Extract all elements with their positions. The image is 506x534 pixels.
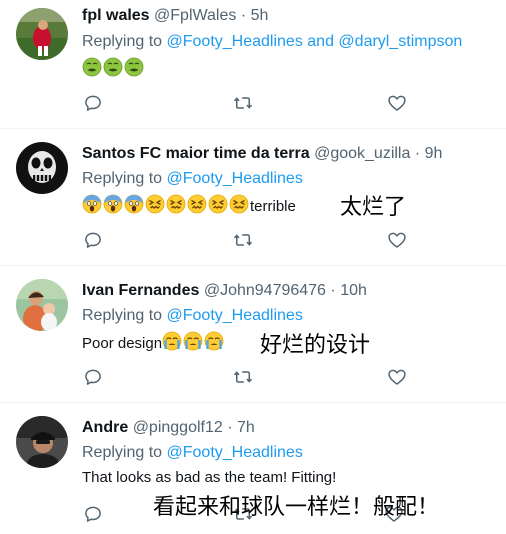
reply-icon bbox=[85, 232, 101, 248]
screaming-face-icon bbox=[103, 194, 123, 214]
retweet-icon bbox=[233, 234, 253, 246]
mention-link[interactable]: @daryl_stimpson bbox=[338, 33, 462, 50]
mention-link[interactable]: @Footy_Headlines bbox=[167, 444, 303, 461]
tweet[interactable]: Andre @pinggolf12 · 7h Replying to @Foot… bbox=[0, 403, 506, 534]
replying-to-label: Replying to bbox=[82, 170, 163, 187]
tweet-body bbox=[82, 57, 145, 78]
avatar-image bbox=[16, 8, 68, 60]
mention-link[interactable]: @Footy_Headlines bbox=[167, 170, 303, 187]
user-handle[interactable]: @pinggolf12 bbox=[133, 419, 223, 436]
nauseated-face-icon bbox=[82, 57, 102, 77]
retweet-button[interactable] bbox=[233, 230, 253, 250]
separator-dot: · bbox=[414, 145, 421, 162]
separator-dot: · bbox=[240, 7, 247, 24]
separator-dot: · bbox=[330, 282, 336, 299]
avatar-image bbox=[16, 416, 68, 468]
tweet-header: Andre @pinggolf12 · 7h bbox=[82, 419, 255, 437]
avatar[interactable] bbox=[16, 8, 68, 60]
reply-button[interactable] bbox=[83, 504, 103, 524]
reply-icon bbox=[85, 506, 101, 522]
nauseated-face-icon bbox=[103, 57, 123, 77]
tweet[interactable]: Santos FC maior time da terra @gook_uzil… bbox=[0, 129, 506, 265]
tweet-body: terrible bbox=[82, 194, 296, 215]
retweet-icon bbox=[233, 371, 253, 383]
tweet-body: Poor design bbox=[82, 331, 225, 352]
mention-connector: and bbox=[307, 33, 334, 50]
tweet[interactable]: Ivan Fernandes @John94796476 · 10h Reply… bbox=[0, 266, 506, 402]
tweet-header: Santos FC maior time da terra @gook_uzil… bbox=[82, 145, 442, 163]
tweet-body: That looks as bad as the team! Fitting! bbox=[82, 469, 336, 486]
separator-dot: · bbox=[227, 419, 233, 436]
confounded-face-icon bbox=[145, 194, 165, 214]
avatar[interactable] bbox=[16, 416, 68, 468]
tweet[interactable]: fpl wales @FplWales · 5h Replying to @Fo… bbox=[0, 0, 506, 128]
reply-button[interactable] bbox=[83, 367, 103, 387]
tweet-text: Poor design bbox=[82, 335, 163, 352]
crying-face-icon bbox=[204, 331, 224, 351]
timestamp[interactable]: 7h bbox=[237, 419, 255, 436]
replying-to: Replying to @Footy_Headlines and @daryl_… bbox=[82, 33, 462, 51]
reply-icon bbox=[85, 95, 101, 111]
user-handle[interactable]: @FplWales bbox=[154, 7, 236, 24]
like-icon bbox=[388, 369, 406, 385]
screaming-face-icon bbox=[82, 194, 102, 214]
retweet-button[interactable] bbox=[233, 93, 253, 113]
overlay-caption: 好烂的设计 bbox=[260, 333, 371, 358]
avatar[interactable] bbox=[16, 142, 68, 194]
display-name[interactable]: Santos FC maior time da terra bbox=[82, 145, 310, 162]
replying-to: Replying to @Footy_Headlines bbox=[82, 307, 303, 325]
retweet-button[interactable] bbox=[233, 367, 253, 387]
timestamp[interactable]: 9h bbox=[425, 145, 443, 162]
tweet-header: fpl wales @FplWales · 5h bbox=[82, 7, 268, 25]
avatar-image bbox=[16, 279, 68, 331]
crying-face-icon bbox=[183, 331, 203, 351]
timestamp[interactable]: 10h bbox=[340, 282, 367, 299]
confounded-face-icon bbox=[187, 194, 207, 214]
replying-to-label: Replying to bbox=[82, 33, 163, 50]
reply-icon bbox=[85, 369, 101, 385]
overlay-caption: 看起来和球队一样烂！般配！ bbox=[153, 495, 440, 520]
screaming-face-icon bbox=[124, 194, 144, 214]
display-name[interactable]: Ivan Fernandes bbox=[82, 282, 199, 299]
reply-button[interactable] bbox=[83, 230, 103, 250]
like-icon bbox=[388, 232, 406, 248]
like-button[interactable] bbox=[387, 367, 407, 387]
mention-link[interactable]: @Footy_Headlines bbox=[167, 307, 303, 324]
tweet-text: terrible bbox=[250, 198, 296, 215]
like-button[interactable] bbox=[387, 230, 407, 250]
replying-to: Replying to @Footy_Headlines bbox=[82, 170, 303, 188]
confounded-face-icon bbox=[166, 194, 186, 214]
tweet-header: Ivan Fernandes @John94796476 · 10h bbox=[82, 282, 367, 300]
retweet-icon bbox=[233, 97, 253, 109]
replying-to: Replying to @Footy_Headlines bbox=[82, 444, 303, 462]
timestamp[interactable]: 5h bbox=[251, 7, 269, 24]
like-button[interactable] bbox=[387, 93, 407, 113]
user-handle[interactable]: @John94796476 bbox=[204, 282, 326, 299]
confounded-face-icon bbox=[229, 194, 249, 214]
replying-to-label: Replying to bbox=[82, 444, 163, 461]
nauseated-face-icon bbox=[124, 57, 144, 77]
confounded-face-icon bbox=[208, 194, 228, 214]
mention-link[interactable]: @Footy_Headlines bbox=[167, 33, 303, 50]
avatar[interactable] bbox=[16, 279, 68, 331]
display-name[interactable]: Andre bbox=[82, 419, 128, 436]
overlay-caption: 太烂了 bbox=[340, 195, 407, 220]
reply-button[interactable] bbox=[83, 93, 103, 113]
crying-face-icon bbox=[162, 331, 182, 351]
replying-to-label: Replying to bbox=[82, 307, 163, 324]
tweet-text: That looks as bad as the team! Fitting! bbox=[82, 469, 337, 486]
like-icon bbox=[388, 95, 406, 111]
display-name[interactable]: fpl wales bbox=[82, 7, 150, 24]
user-handle[interactable]: @gook_uzilla bbox=[314, 145, 410, 162]
avatar-image bbox=[16, 142, 68, 194]
